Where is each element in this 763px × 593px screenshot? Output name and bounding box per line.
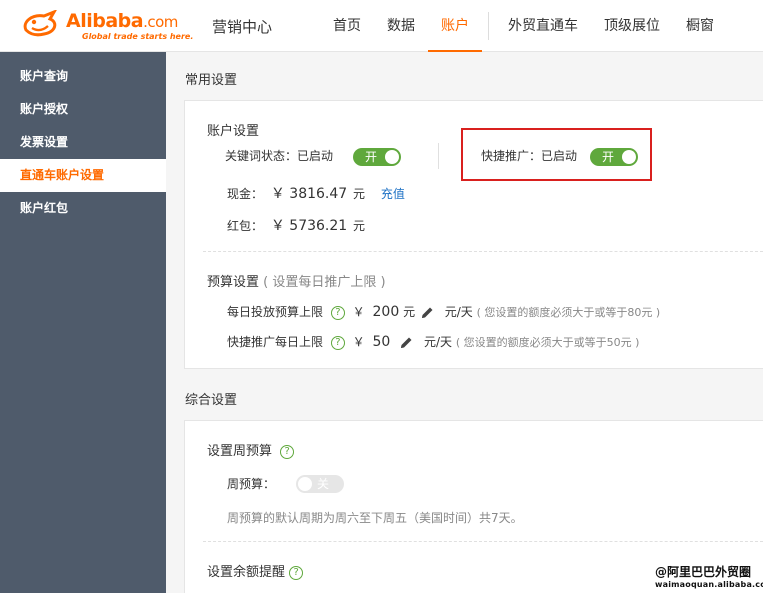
quick-budget-hint: ( 您设置的额度必须大于或等于50元 ) [455,336,640,349]
pencil-icon[interactable] [398,335,414,351]
toggle-knob [385,150,399,164]
alibaba-logo[interactable]: Alibaba.com Global trade starts here. [20,8,194,44]
daily-budget-currency: ￥ [352,305,365,319]
sidebar-item-p4p-settings[interactable]: 直通车账户设置 [0,159,166,192]
quick-budget-label: 快捷推广每日上限 [227,335,324,349]
sidebar-item-redpacket[interactable]: 账户红包 [0,192,166,225]
section-divider [203,541,763,542]
recharge-link[interactable]: 充值 [381,187,405,201]
budget-settings-title: 预算设置 [207,275,260,290]
help-icon[interactable]: ? [289,565,304,580]
nav-data[interactable]: 数据 [374,0,428,52]
section-title-common: 常用设置 [185,73,238,88]
weekly-budget-label: 周预算： [227,477,276,491]
nav-p4p[interactable]: 外贸直通车 [495,0,591,52]
keyword-status-toggle[interactable]: 开 [353,148,401,166]
toggle-label: 开 [365,150,378,164]
top-header: Alibaba.com Global trade starts here. 营销… [0,0,763,52]
daily-budget-unit: 元 [403,305,416,319]
logo-wordmark: Alibaba.com [66,10,178,32]
sidebar-item-account-query[interactable]: 账户查询 [0,60,166,93]
help-icon[interactable]: ? [330,305,345,320]
keyword-status-label: 关键词状态：已启动 [225,149,334,163]
daily-budget-row: 每日投放预算上限 ? ￥ 200 元 元/天 ( 您设置的额度必须大于或等于80… [227,303,660,321]
quick-budget-currency: ￥ [352,335,365,349]
section-divider [203,251,763,252]
budget-settings-heading: 预算设置 ( 设置每日推广上限 ) [207,271,386,290]
cash-label: 现金： [227,187,264,201]
quick-budget-row: 快捷推广每日上限 ? ￥ 50 元/天 ( 您设置的额度必须大于或等于50元 ) [227,333,639,351]
watermark: @阿里巴巴外贸圈 waimaoquan.alibaba.com [655,563,763,589]
section-title-general: 综合设置 [185,393,238,408]
weekly-budget-heading: 设置周预算 ? [207,440,295,459]
daily-budget-hint: ( 您设置的额度必须大于或等于80元 ) [476,306,661,319]
budget-settings-subtitle: ( 设置每日推广上限 ) [263,275,386,290]
alibaba-smile-icon [23,10,57,37]
watermark-line1: @阿里巴巴外贸圈 [655,565,752,579]
quick-budget-per: 元/天 [424,335,453,349]
nav-account[interactable]: 账户 [428,0,482,52]
watermark-line2: waimaoquan.alibaba.com [655,580,763,589]
site-title: 营销中心 [212,18,273,36]
daily-budget-label: 每日投放预算上限 [227,305,324,319]
balance-alert-title: 设置余额提醒 [207,565,286,580]
sidebar: 账户查询 账户授权 发票设置 直通车账户设置 账户红包 [0,52,166,593]
nav-divider [488,12,489,40]
main-nav: 首页 数据 账户 外贸直通车 顶级展位 橱窗 [320,0,727,52]
nav-top-showcase[interactable]: 顶级展位 [591,0,673,52]
daily-budget-value: 200 [372,304,400,320]
logo-slogan: Global trade starts here. [82,32,194,41]
weekly-budget-title: 设置周预算 [207,444,273,459]
sidebar-item-invoice[interactable]: 发票设置 [0,126,166,159]
help-icon[interactable]: ? [330,335,345,350]
account-settings-title: 账户设置 [207,124,260,139]
redpacket-row: 红包： ￥ 5736.21 元 [227,215,365,235]
nav-window[interactable]: 橱窗 [673,0,727,52]
toggle-label: 关 [317,477,330,491]
daily-budget-per: 元/天 [444,305,473,319]
vertical-divider [438,143,439,169]
pencil-icon[interactable] [419,305,435,321]
help-icon[interactable]: ? [280,444,295,459]
redpacket-unit: 元 [353,219,366,233]
toggle-knob [298,477,312,491]
cash-row: 现金： ￥ 3816.47 元 充值 [227,183,405,203]
nav-home[interactable]: 首页 [320,0,374,52]
redpacket-label: 红包： [227,219,264,233]
cash-value: ￥ 3816.47 [270,186,348,202]
quick-budget-value: 50 [372,334,391,350]
redpacket-value: ￥ 5736.21 [270,218,348,234]
highlight-annotation-box [461,128,652,181]
cash-unit: 元 [353,187,366,201]
balance-alert-heading: 设置余额提醒 ? [207,561,304,580]
sidebar-item-account-auth[interactable]: 账户授权 [0,93,166,126]
weekly-budget-note: 周预算的默认周期为周六至下周五（美国时间）共7天。 [227,511,523,525]
weekly-budget-toggle[interactable]: 关 [296,475,344,493]
